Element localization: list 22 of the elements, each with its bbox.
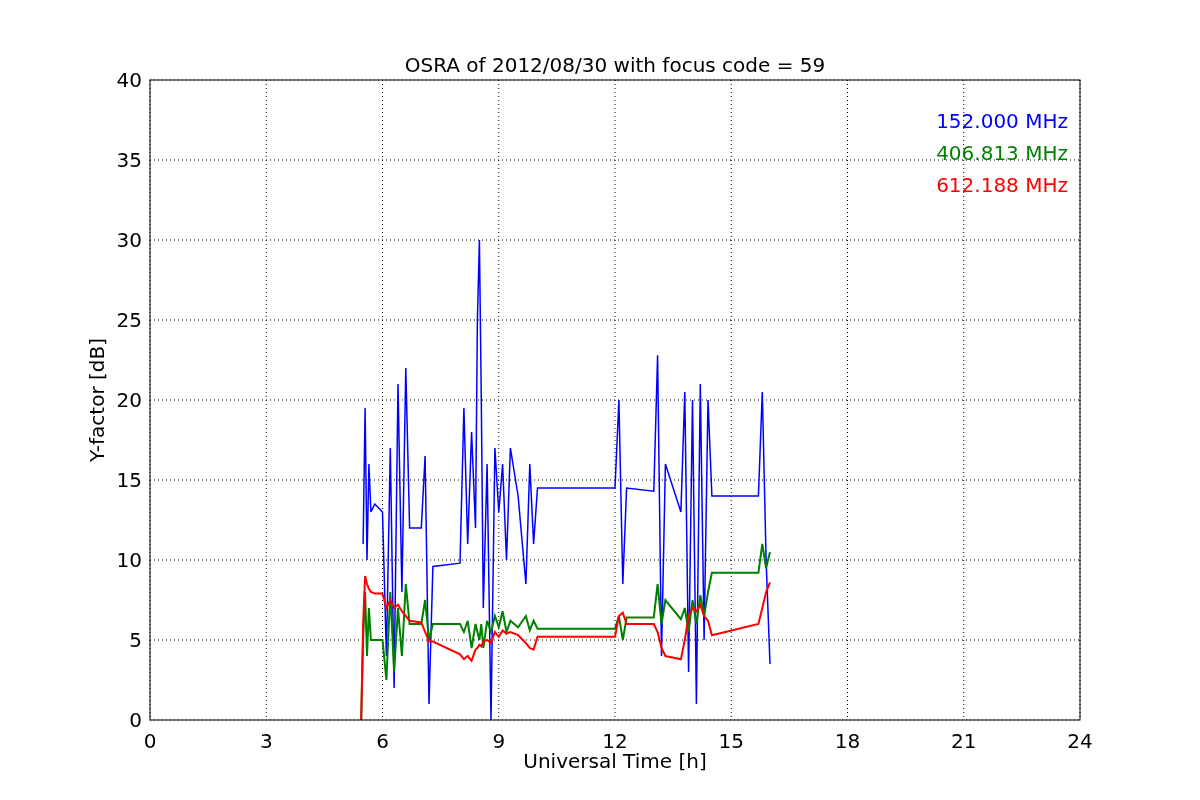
legend-label: 612.188 MHz: [936, 173, 1068, 197]
legend-label: 152.000 MHz: [936, 109, 1068, 133]
tick-label: 15: [116, 468, 142, 492]
tick-label: 15: [718, 729, 744, 753]
tick-label: 6: [376, 729, 389, 753]
tick-label: 9: [492, 729, 506, 753]
tick-label: 24: [1067, 729, 1093, 753]
tick-label: 3: [259, 729, 273, 753]
axis-label: Y-factor [dB]: [85, 338, 109, 462]
tick-label: 20: [116, 388, 142, 412]
tick-label: 10: [116, 548, 142, 572]
tick-label: 0: [143, 729, 157, 753]
tick-label: 18: [834, 729, 861, 753]
chart-title: OSRA of 2012/08/30 with focus code = 59: [404, 53, 826, 77]
legend-label: 406.813 MHz: [936, 141, 1068, 165]
tick-label: 35: [116, 148, 142, 172]
tick-label: 5: [129, 628, 142, 652]
tick-label: 21: [951, 729, 977, 753]
tick-label: 30: [116, 228, 142, 252]
tick-label: 40: [116, 68, 142, 92]
tick-label: 0: [129, 708, 142, 732]
tick-label: 25: [116, 308, 142, 332]
